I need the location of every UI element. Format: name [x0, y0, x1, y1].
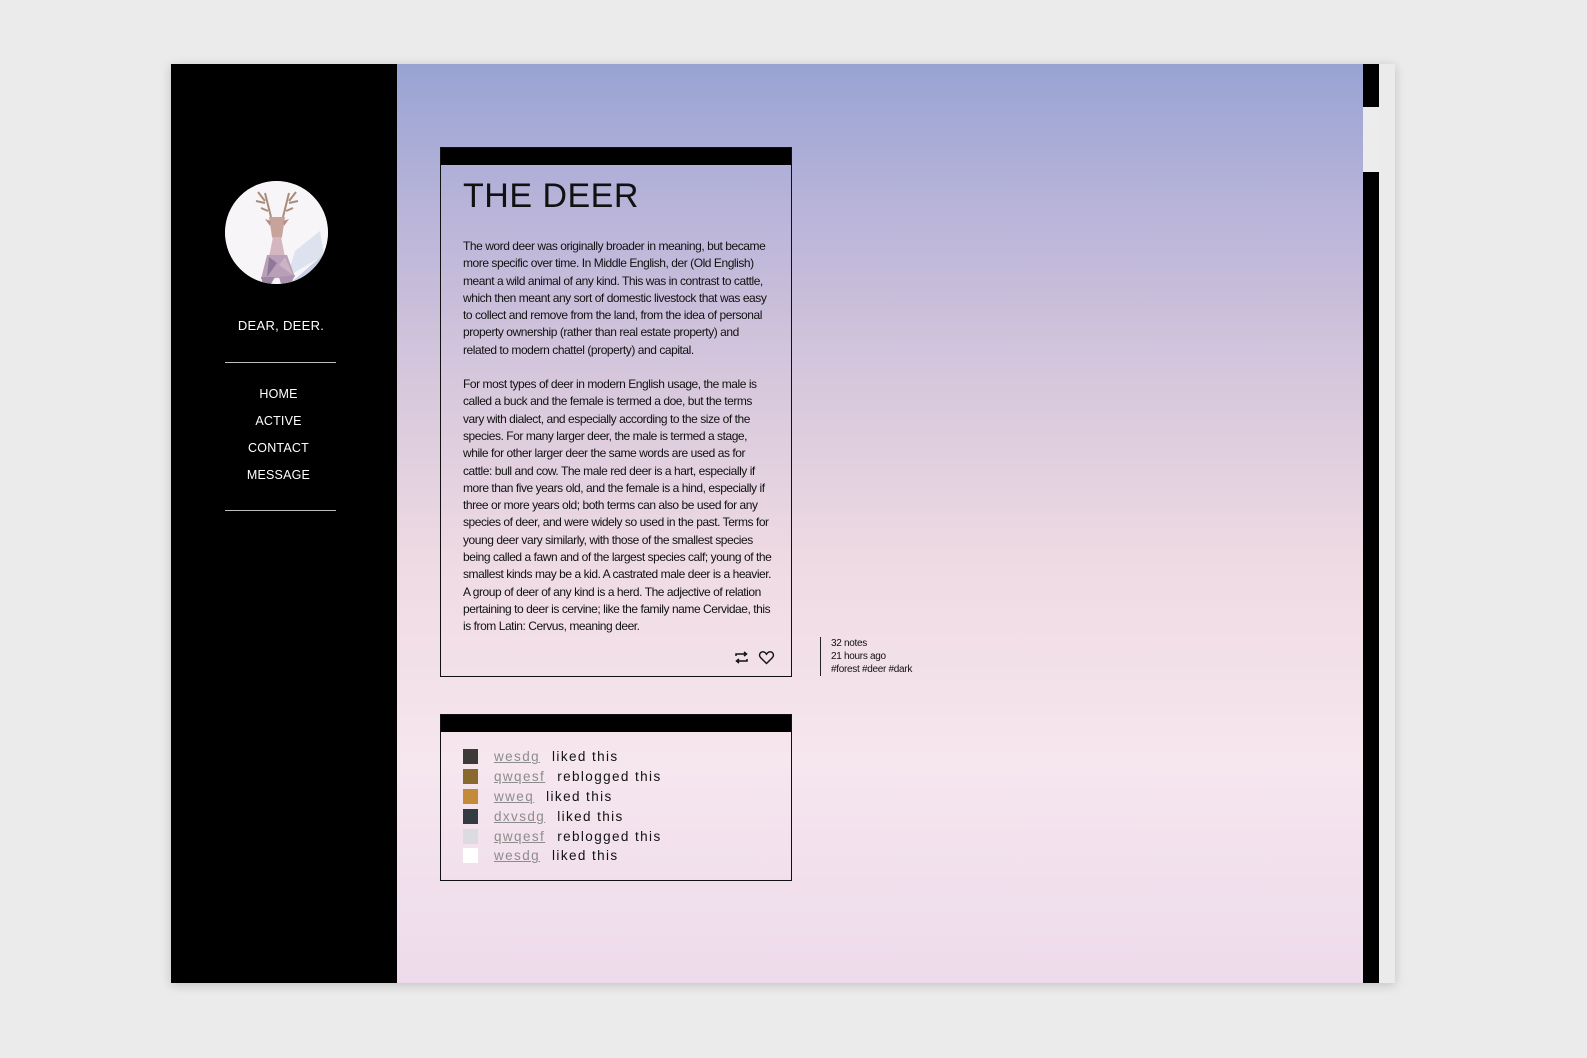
scrollbar-track[interactable] [1363, 64, 1379, 983]
note-username-link[interactable]: qwqesf [494, 829, 545, 844]
post-meta: 32 notes 21 hours ago #forest #deer #dar… [820, 637, 912, 676]
note-avatar[interactable] [463, 808, 478, 824]
notes-card: wesdg liked this qwqesf reblogged this wweq l… [440, 714, 792, 881]
nav-link-contact[interactable]: CONTACT [248, 441, 309, 455]
note-avatar[interactable] [463, 749, 478, 765]
note-item: qwqesf reblogged this [463, 767, 662, 787]
sidebar-divider-top [225, 362, 336, 363]
nav-item-home: HOME [225, 385, 332, 412]
blog-title[interactable]: DEAR, DEER. [171, 318, 391, 333]
nav-item-contact: CONTACT [225, 439, 332, 466]
post-timestamp[interactable]: 21 hours ago [831, 650, 912, 663]
note-item: wesdg liked this [463, 747, 662, 767]
text-post: THE DEER The word deer was originally br… [440, 147, 792, 677]
note-avatar[interactable] [463, 828, 478, 844]
note-action: liked this [546, 788, 613, 804]
post-tags[interactable]: #forest #deer #dark [831, 663, 912, 676]
scrollbar-thumb[interactable] [1363, 107, 1379, 172]
sidebar-divider-bottom [225, 510, 336, 511]
note-avatar[interactable] [463, 769, 478, 785]
post-notes-count[interactable]: 32 notes [831, 637, 912, 650]
notes-header-bar [441, 715, 791, 732]
deer-avatar-icon[interactable] [225, 181, 328, 284]
note-username-link[interactable]: qwqesf [494, 769, 545, 784]
post-body: The word deer was originally broader in … [463, 238, 775, 636]
note-action: liked this [552, 749, 619, 765]
nav-item-active: ACTIVE [225, 412, 332, 439]
heart-icon[interactable] [758, 649, 775, 666]
note-item: qwqesf reblogged this [463, 826, 662, 846]
notes-list: wesdg liked this qwqesf reblogged this wweq l… [463, 747, 662, 866]
note-item: wweq liked this [463, 787, 662, 807]
post-paragraph: The word deer was originally broader in … [463, 239, 767, 357]
browser-frame: DEAR, DEER. HOME ACTIVE CONTACT MESSAGE … [171, 64, 1395, 983]
note-item: wesdg liked this [463, 846, 662, 866]
note-action: reblogged this [557, 769, 662, 785]
note-username-link[interactable]: wesdg [494, 749, 540, 764]
nav-item-message: MESSAGE [225, 466, 332, 493]
note-item: dxvsdg liked this [463, 806, 662, 826]
deer-portrait-icon [225, 181, 328, 284]
note-avatar[interactable] [463, 788, 478, 804]
main-content: THE DEER The word deer was originally br… [397, 64, 1379, 983]
nav-link-message[interactable]: MESSAGE [247, 468, 310, 482]
sidebar: DEAR, DEER. HOME ACTIVE CONTACT MESSAGE [171, 64, 397, 983]
note-username-link[interactable]: dxvsdg [494, 809, 545, 824]
sidebar-nav: HOME ACTIVE CONTACT MESSAGE [225, 385, 332, 493]
post-actions [733, 649, 775, 666]
note-action: liked this [552, 848, 619, 864]
note-action: liked this [557, 808, 624, 824]
nav-link-active[interactable]: ACTIVE [255, 414, 301, 428]
note-avatar[interactable] [463, 848, 478, 864]
post-header-bar [441, 148, 791, 165]
post-title[interactable]: THE DEER [463, 177, 639, 216]
reblog-icon[interactable] [733, 649, 750, 666]
nav-link-home[interactable]: HOME [259, 387, 297, 401]
note-action: reblogged this [557, 828, 662, 844]
note-username-link[interactable]: wweq [494, 789, 534, 804]
note-username-link[interactable]: wesdg [494, 848, 540, 863]
post-paragraph: For most types of deer in modern English… [463, 377, 772, 634]
